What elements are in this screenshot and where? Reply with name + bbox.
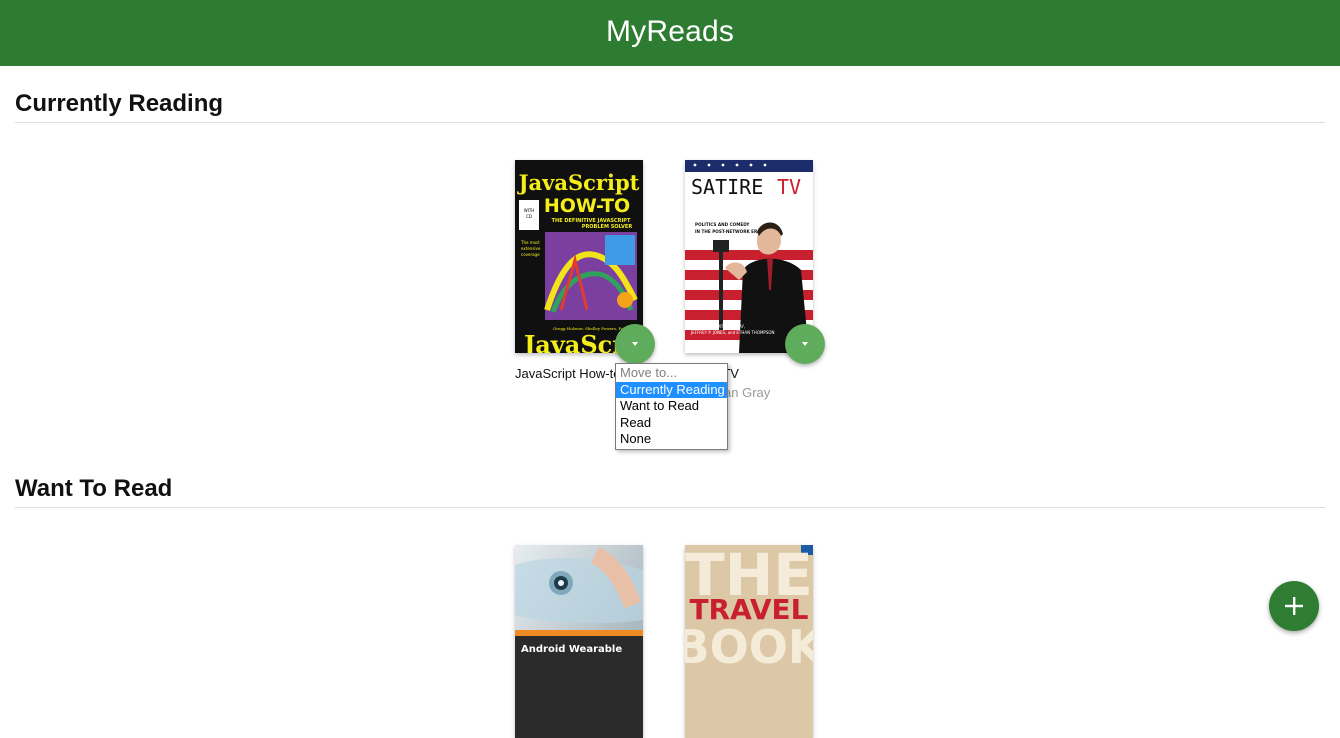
option-want-to-read[interactable]: Want to Read — [616, 398, 727, 415]
book-cover-art: SATIRE TV POLITICS AND COMEDY IN THE POS… — [685, 160, 813, 353]
svg-text:IN THE POST-NETWORK ERA: IN THE POST-NETWORK ERA — [695, 229, 761, 234]
book-cover-art: JavaScript HOW-TO THE DEFINITIVE JAVASCR… — [515, 160, 643, 353]
book-cover-art: THE TRAVEL BOOK — [685, 545, 813, 738]
svg-text:PROBLEM SOLVER: PROBLEM SOLVER — [582, 224, 633, 230]
option-read[interactable]: Read — [616, 415, 727, 432]
svg-text:WITH: WITH — [524, 208, 535, 213]
shelf-changer-button[interactable] — [615, 324, 655, 364]
book-cover[interactable]: Android Wearable — [515, 545, 643, 738]
svg-text:POLITICS AND COMEDY: POLITICS AND COMEDY — [695, 222, 750, 227]
caret-down-icon — [802, 342, 808, 346]
book-cover[interactable]: JavaScript HOW-TO THE DEFINITIVE JAVASCR… — [515, 160, 643, 353]
svg-text:CD: CD — [526, 214, 532, 219]
shelf-title-want-to-read: Want To Read — [15, 475, 173, 502]
cover-title-text: JavaScript — [517, 170, 640, 195]
shelf-divider — [15, 122, 1325, 123]
svg-text:TV: TV — [777, 175, 801, 199]
caret-down-icon — [632, 342, 638, 346]
svg-text:JEFFREY P. JONES, and ETHAN TH: JEFFREY P. JONES, and ETHAN THOMPSON — [690, 330, 775, 335]
book-cover[interactable]: SATIRE TV POLITICS AND COMEDY IN THE POS… — [685, 160, 813, 353]
add-book-button[interactable] — [1269, 581, 1319, 631]
move-to-dropdown[interactable]: Move to... Currently Reading Want to Rea… — [615, 363, 728, 450]
svg-text:extensive: extensive — [521, 246, 541, 251]
plus-icon — [1285, 597, 1303, 615]
option-currently-reading[interactable]: Currently Reading — [616, 381, 727, 398]
shelf-divider — [15, 507, 1325, 508]
option-none[interactable]: None — [616, 431, 727, 448]
shelf-changer-button[interactable] — [785, 324, 825, 364]
app-header: MyReads — [0, 0, 1340, 66]
app-title: MyReads — [605, 15, 735, 48]
svg-text:edited by JONATHAN GRAY,: edited by JONATHAN GRAY, — [691, 324, 745, 329]
svg-text:HOW-TO: HOW-TO — [544, 195, 630, 217]
shelf-title-currently-reading: Currently Reading — [15, 90, 224, 117]
book-cover-art: Android Wearable — [515, 545, 643, 738]
svg-text:coverage: coverage — [521, 252, 540, 257]
svg-text:The most: The most — [520, 240, 540, 245]
cover-title-text: SATIRE — [691, 175, 763, 199]
book-cover[interactable]: THE TRAVEL BOOK — [685, 545, 813, 738]
move-to-header: Move to... — [620, 365, 678, 380]
svg-text:BOOK: BOOK — [685, 620, 813, 674]
